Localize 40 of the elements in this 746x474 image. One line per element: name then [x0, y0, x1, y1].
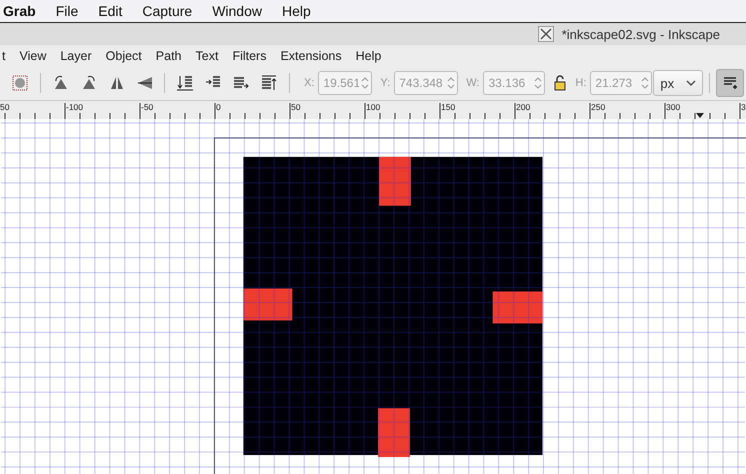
menu-item[interactable]: View	[19, 48, 46, 62]
unit-dropdown[interactable]: px	[653, 70, 704, 96]
ruler-label: 100	[366, 102, 380, 112]
menu-item[interactable]: Help	[356, 48, 382, 62]
menu-item[interactable]: t	[2, 48, 6, 62]
menu-item[interactable]: Text	[196, 48, 218, 62]
ruler-label: 50	[0, 102, 10, 112]
menu-item[interactable]: Help	[282, 3, 311, 19]
chevron-down-icon	[686, 79, 696, 87]
ruler-label: -100	[66, 102, 84, 112]
ruler-label: 0	[216, 102, 221, 112]
ruler-label: 150	[441, 102, 456, 112]
field-label: Y:	[380, 77, 390, 89]
ruler-label: 3	[741, 102, 746, 112]
menu-item[interactable]: Edit	[98, 3, 122, 19]
menu-item[interactable]: Layer	[60, 48, 92, 62]
ruler-label: 200	[516, 102, 530, 112]
field-label: H:	[575, 77, 586, 89]
unlocked-icon[interactable]	[553, 75, 568, 91]
window-title: *inkscape02.svg - Inkscape	[562, 26, 720, 42]
rectangle-shape[interactable]	[378, 156, 411, 206]
toolbar-toggle-button[interactable]	[716, 69, 744, 97]
menu-item[interactable]: Window	[212, 3, 262, 19]
menu-item[interactable]: File	[56, 3, 78, 19]
menu-item[interactable]: Object	[106, 48, 142, 62]
square-shape[interactable]	[243, 156, 543, 456]
app-name[interactable]: Grab	[3, 3, 36, 19]
menu-item[interactable]: Extensions	[280, 48, 342, 62]
menu-item[interactable]: Capture	[142, 3, 192, 19]
field-label: W:	[466, 77, 480, 89]
ruler-label: 250	[591, 102, 606, 112]
ruler-marker-icon	[696, 113, 704, 118]
ruler-label: -50	[141, 102, 154, 112]
menu-item[interactable]: Path	[156, 48, 182, 62]
field-label: X:	[304, 77, 314, 89]
ruler-label: 50	[291, 102, 300, 112]
ruler-label: 300	[666, 102, 680, 112]
align-icon	[722, 75, 738, 91]
x-window-icon	[538, 26, 554, 42]
menu-item[interactable]: Filters	[232, 48, 266, 62]
